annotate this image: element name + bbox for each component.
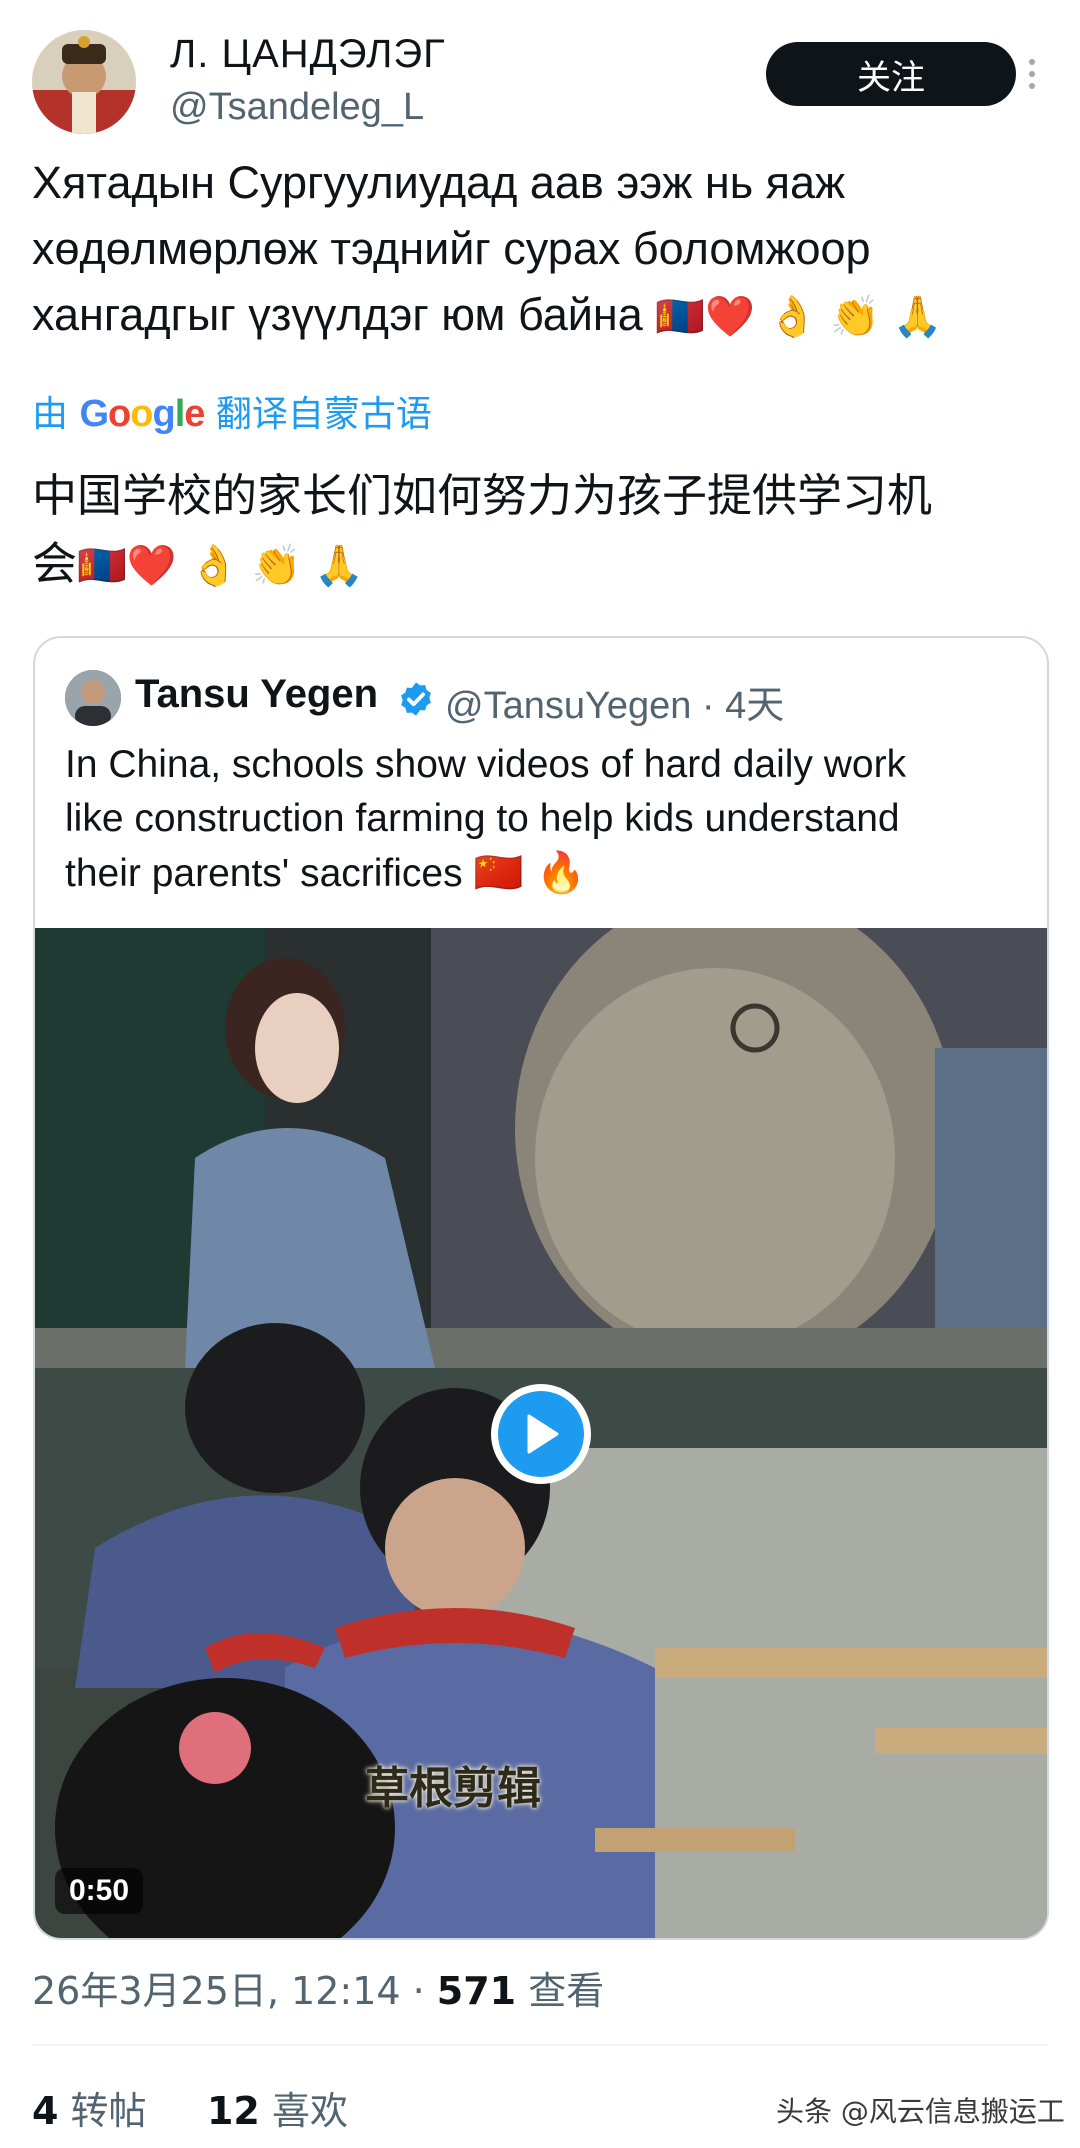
post-text: Хятадын Сургуулиудад аав ээж нь яаж хөдө…	[32, 150, 1042, 350]
quoted-text: In China, schools show videos of hard da…	[65, 738, 1025, 901]
views-label: 查看	[516, 1969, 605, 2013]
translate-prefix: 由	[32, 394, 69, 435]
translated-emojis: 🇲🇳❤️ 👌 👏 🙏	[77, 543, 365, 589]
reposts-count: 4	[32, 2089, 59, 2133]
post-text-line: хангадгыг үзүүлдэг юм байна 🇲🇳❤️ 👌 👏 🙏	[32, 282, 1042, 350]
likes-stat[interactable]: 12 喜欢	[207, 2089, 348, 2133]
follow-button[interactable]: 关注	[766, 42, 1016, 106]
translated-line2: 会	[32, 537, 78, 590]
quoted-post-card[interactable]: Tansu Yegen @TansuYegen · 4天 In China, s…	[33, 636, 1049, 1940]
divider	[32, 2044, 1048, 2046]
translate-attribution[interactable]: 由 Google 翻译自蒙古语	[32, 385, 432, 437]
reposts-stat[interactable]: 4 转帖	[32, 2089, 147, 2133]
translated-line: 中国学校的家长们如何努力为孩子提供学习机	[32, 469, 933, 522]
post-meta: 26年3月25日, 12:14 · 571 查看	[32, 1960, 604, 2015]
likes-count: 12	[206, 2089, 260, 2133]
translated-line: 会🇲🇳❤️ 👌 👏 🙏	[32, 530, 1042, 600]
reposts-label: 转帖	[70, 2089, 147, 2133]
quoted-text-line3: their parents' sacrifices	[65, 852, 463, 895]
quoted-text-line: like construction farming to help kids u…	[65, 797, 900, 840]
more-options-icon[interactable]	[1022, 42, 1042, 106]
google-logo: Google	[79, 393, 205, 435]
quoted-emojis: 🇨🇳 🔥	[473, 850, 586, 896]
quoted-author-avatar	[65, 670, 121, 726]
play-icon	[498, 1391, 584, 1477]
author-name[interactable]: Л. ЦАНДЭЛЭГ	[170, 32, 446, 77]
author-handle[interactable]: @Tsandeleg_L	[170, 86, 424, 129]
views-count: 571	[436, 1969, 517, 2013]
post-text-line3: хангадгыг үзүүлдэг юм байна	[32, 289, 643, 340]
quoted-text-line: In China, schools show videos of hard da…	[65, 743, 907, 786]
translate-suffix: 翻译自蒙古语	[215, 394, 432, 435]
quoted-text-line: their parents' sacrifices 🇨🇳 🔥	[65, 846, 1025, 901]
post-header: Л. ЦАНДЭЛЭГ @Tsandeleg_L 关注	[32, 30, 1048, 140]
verified-badge-icon	[401, 682, 431, 716]
video-player[interactable]: 草根剪辑 0:50	[35, 928, 1047, 1938]
post-timestamp[interactable]: 26年3月25日, 12:14 ·	[32, 1969, 437, 2013]
post-text-line: хөдөлмөрлөж тэднийг сурах боломжоор	[32, 223, 871, 274]
video-subtitle: 草根剪辑	[365, 1763, 541, 1814]
post-text-line: Хятадын Сургуулиудад аав ээж нь яаж	[32, 157, 846, 208]
quoted-author-handle: @TansuYegen · 4天	[445, 685, 785, 727]
video-duration: 0:50	[55, 1868, 144, 1914]
play-button[interactable]	[491, 1384, 591, 1484]
engagement-stats: 4 转帖 12 喜欢	[32, 2080, 348, 2135]
translated-text: 中国学校的家长们如何努力为孩子提供学习机 会🇲🇳❤️ 👌 👏 🙏	[32, 462, 1042, 600]
watermark: 头条 @风云信息搬运工	[776, 2095, 1065, 2128]
likes-label: 喜欢	[271, 2089, 348, 2133]
author-avatar[interactable]	[32, 30, 136, 134]
quoted-author-name: Tansu Yegen	[135, 672, 379, 716]
post-emojis: 🇲🇳❤️ 👌 👏 🙏	[655, 294, 943, 340]
